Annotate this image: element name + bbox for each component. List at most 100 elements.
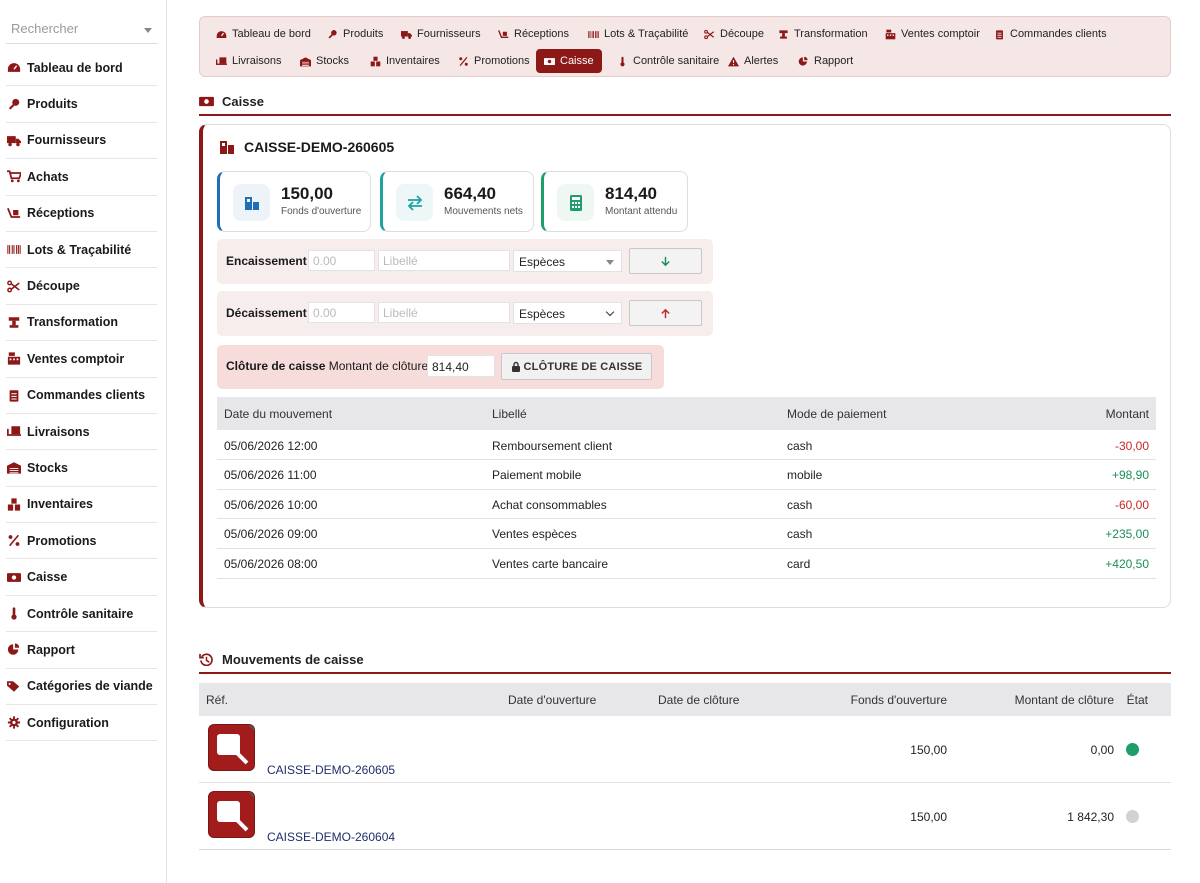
sidebar-item-label: Ventes comptoir: [27, 351, 125, 366]
sidebar-item-label: Rapport: [27, 642, 75, 657]
sidebar-item-label: Produits: [27, 97, 78, 112]
pie-chart-icon: [798, 56, 808, 66]
module-tabbar: Tableau de bord Produits Fournisseurs Ré…: [199, 16, 1171, 77]
cash-out-method-select[interactable]: Espèces: [513, 302, 622, 324]
cash-in-amount-input[interactable]: 0.00: [308, 250, 375, 271]
tab-tableau-de-bord[interactable]: Tableau de bord: [208, 23, 319, 45]
cash-in-method-select[interactable]: Espèces: [513, 250, 622, 272]
register-ref-link[interactable]: CAISSE-DEMO-260604: [267, 830, 395, 844]
tab-label: Découpe: [720, 28, 765, 40]
tab-caisse[interactable]: Caisse: [536, 49, 602, 73]
cell-date: 05/06/2026 08:00: [224, 556, 318, 571]
sidebar-item-inventaires[interactable]: Inventaires: [6, 487, 157, 524]
truck-icon: [6, 133, 22, 147]
sidebar-item-ventes-comptoir[interactable]: Ventes comptoir: [6, 341, 157, 378]
caret-down-icon: [606, 260, 614, 265]
column-header: État: [1126, 693, 1148, 707]
sidebar-item-label: Découpe: [27, 279, 80, 294]
cash-out-submit-button[interactable]: [629, 300, 702, 326]
sidebar-item-transformation[interactable]: Transformation: [6, 305, 157, 342]
boxes-icon: [6, 497, 22, 511]
tab-commandes-clients[interactable]: Commandes clients: [986, 23, 1115, 45]
stat-value: 664,40: [444, 184, 496, 203]
tab-lots-tracabilite[interactable]: Lots & Traçabilité: [580, 23, 696, 45]
tab-livraisons[interactable]: Livraisons: [208, 50, 290, 72]
cash-in-label-input[interactable]: Libellé: [378, 250, 510, 271]
sessions-title: Mouvements de caisse: [199, 649, 364, 669]
status-dot-open: [1126, 743, 1139, 756]
calculator-icon: [569, 194, 582, 211]
close-register-label: CLÔTURE DE CAISSE: [523, 360, 643, 373]
sidebar-item-tableau-de-bord[interactable]: Tableau de bord: [6, 50, 157, 87]
cell-opening-fund: 150,00: [910, 810, 947, 824]
cell-opening-fund: 150,00: [910, 743, 947, 757]
tab-label: Réceptions: [514, 28, 570, 40]
sidebar-item-livraisons[interactable]: Livraisons: [6, 414, 157, 451]
cell-label: Ventes espèces: [492, 527, 577, 541]
sidebar-item-label: Réceptions: [27, 206, 95, 221]
truck-icon: [401, 30, 412, 39]
tab-inventaires[interactable]: Inventaires: [362, 50, 448, 72]
sidebar-item-fournisseurs[interactable]: Fournisseurs: [6, 123, 157, 160]
cash-drawer-icon: [244, 196, 259, 210]
cash-in-form: Encaissement 0.00 Libellé Espèces: [217, 239, 713, 284]
sidebar-item-achats[interactable]: Achats: [6, 159, 157, 196]
register-ref-link[interactable]: CAISSE-DEMO-260605: [267, 763, 395, 777]
cash-in-submit-button[interactable]: [629, 248, 702, 274]
sidebar-item-caisse[interactable]: Caisse: [6, 559, 157, 596]
sidebar-item-stocks[interactable]: Stocks: [6, 450, 157, 487]
tab-fournisseurs[interactable]: Fournisseurs: [393, 23, 489, 45]
sidebar-item-configuration[interactable]: Configuration: [6, 705, 157, 742]
thermometer-icon: [6, 607, 22, 621]
history-icon: [199, 652, 213, 666]
tab-produits[interactable]: Produits: [319, 23, 391, 45]
sidebar-item-label: Stocks: [27, 460, 68, 475]
stat-icon-box: [557, 184, 594, 221]
table-row: 05/06/2026 11:00 Paiement mobile mobile …: [217, 460, 1156, 490]
search-select[interactable]: Rechercher: [6, 14, 158, 44]
sessions-title-text: Mouvements de caisse: [222, 651, 364, 667]
cash-register-icon: [6, 352, 22, 366]
sidebar-item-receptions[interactable]: Réceptions: [6, 196, 157, 232]
tab-controle-sanitaire[interactable]: Contrôle sanitaire: [609, 50, 727, 72]
table-header: Date du mouvement Libellé Mode de paieme…: [217, 397, 1156, 430]
tab-rapport[interactable]: Rapport: [790, 50, 861, 72]
close-register-button[interactable]: CLÔTURE DE CAISSE: [501, 353, 652, 380]
tab-transformation[interactable]: Transformation: [770, 23, 876, 45]
sidebar-item-categories-de-viande[interactable]: Catégories de viande: [6, 669, 157, 706]
tab-alertes[interactable]: Alertes: [720, 50, 786, 72]
sidebar-item-label: Commandes clients: [27, 388, 146, 403]
magnifier-icon: [217, 792, 254, 832]
table-row: 05/06/2026 10:00 Achat consommables cash…: [217, 490, 1156, 519]
sidebar-item-controle-sanitaire[interactable]: Contrôle sanitaire: [6, 596, 157, 633]
tab-stocks[interactable]: Stocks: [292, 50, 357, 72]
stat-label: Fonds d'ouverture: [281, 206, 362, 217]
sidebar-item-label: Configuration: [27, 715, 109, 730]
sidebar-item-decoupe[interactable]: Découpe: [6, 268, 157, 305]
barcode-icon: [6, 243, 22, 257]
cash-out-amount-input[interactable]: 0.00: [308, 302, 375, 323]
sidebar-item-lots-tracabilite[interactable]: Lots & Traçabilité: [6, 232, 157, 269]
sidebar-item-commandes-clients[interactable]: Commandes clients: [6, 378, 157, 414]
tab-receptions[interactable]: Réceptions: [490, 23, 577, 45]
cell-date: 05/06/2026 12:00: [224, 439, 318, 453]
sidebar-item-rapport[interactable]: Rapport: [6, 632, 157, 669]
tab-promotions[interactable]: Promotions: [450, 50, 538, 72]
closing-amount-input[interactable]: 814,40: [427, 355, 495, 377]
lock-icon: [511, 361, 520, 372]
sidebar-item-label: Promotions: [27, 533, 97, 548]
money-icon: [6, 570, 22, 584]
table-row: 05/06/2026 08:00 Ventes carte bancaire c…: [217, 549, 1156, 579]
tab-label: Promotions: [474, 55, 530, 67]
stat-expected-amount: 814,40 Montant attendu: [541, 171, 688, 232]
sidebar-item-promotions[interactable]: Promotions: [6, 523, 157, 560]
sidebar-item-label: Contrôle sanitaire: [27, 606, 134, 621]
sidebar-item-produits[interactable]: Produits: [6, 86, 157, 123]
sidebar-item-label: Lots & Traçabilité: [27, 242, 132, 257]
cash-out-label-input[interactable]: Libellé: [378, 302, 510, 323]
tab-decoupe[interactable]: Découpe: [696, 23, 772, 45]
register-card: CAISSE-DEMO-260605 150,00 Fonds d'ouvert…: [199, 124, 1171, 608]
scissors-icon: [6, 279, 22, 293]
tab-ventes-comptoir[interactable]: Ventes comptoir: [877, 23, 988, 45]
table-row: 05/06/2026 09:00 Ventes espèces cash +23…: [217, 519, 1156, 549]
